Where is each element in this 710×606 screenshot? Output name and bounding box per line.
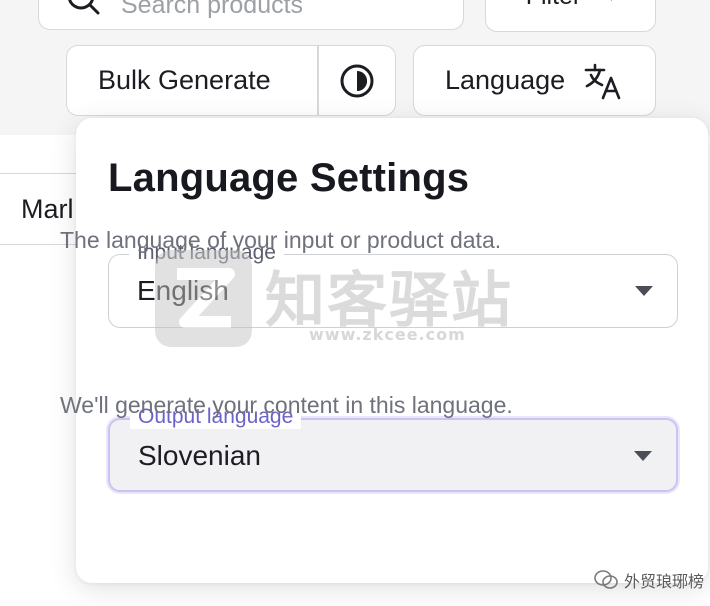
- corner-credit: 外贸琅琊榜: [594, 568, 704, 592]
- translate-icon: [584, 63, 621, 99]
- search-box[interactable]: [38, 0, 464, 30]
- input-language-select[interactable]: Input language English: [108, 241, 678, 328]
- chevron-down-icon: [634, 451, 652, 461]
- input-language-value: English: [137, 275, 229, 306]
- language-button-label: Language: [445, 65, 566, 95]
- input-language-helper: The language of your input or product da…: [60, 227, 502, 253]
- bulk-generate-group: Bulk Generate: [66, 45, 396, 116]
- half-moon-icon: [340, 64, 374, 97]
- theme-toggle-button[interactable]: [318, 46, 396, 115]
- search-input[interactable]: [121, 0, 421, 20]
- bulk-generate-button[interactable]: Bulk Generate: [67, 65, 319, 96]
- credit-text: 外贸琅琊榜: [623, 572, 704, 591]
- search-icon: [68, 0, 100, 15]
- chevron-down-icon: [635, 286, 653, 296]
- chevron-down-icon: ▾: [607, 0, 615, 5]
- language-button[interactable]: Language: [413, 45, 656, 116]
- tab-market-label: Marl: [21, 193, 74, 224]
- output-language-select[interactable]: Output language Slovenian: [108, 405, 678, 492]
- popover-title: Language Settings: [108, 156, 470, 200]
- filter-label: Filter: [526, 0, 582, 11]
- chat-icon: [594, 570, 618, 589]
- language-settings-popover: Language Settings Input language English…: [76, 118, 708, 583]
- output-language-helper: We'll generate your content in this lang…: [60, 392, 513, 418]
- output-language-value: Slovenian: [138, 440, 261, 471]
- filter-button[interactable]: Filter ▾: [485, 0, 656, 32]
